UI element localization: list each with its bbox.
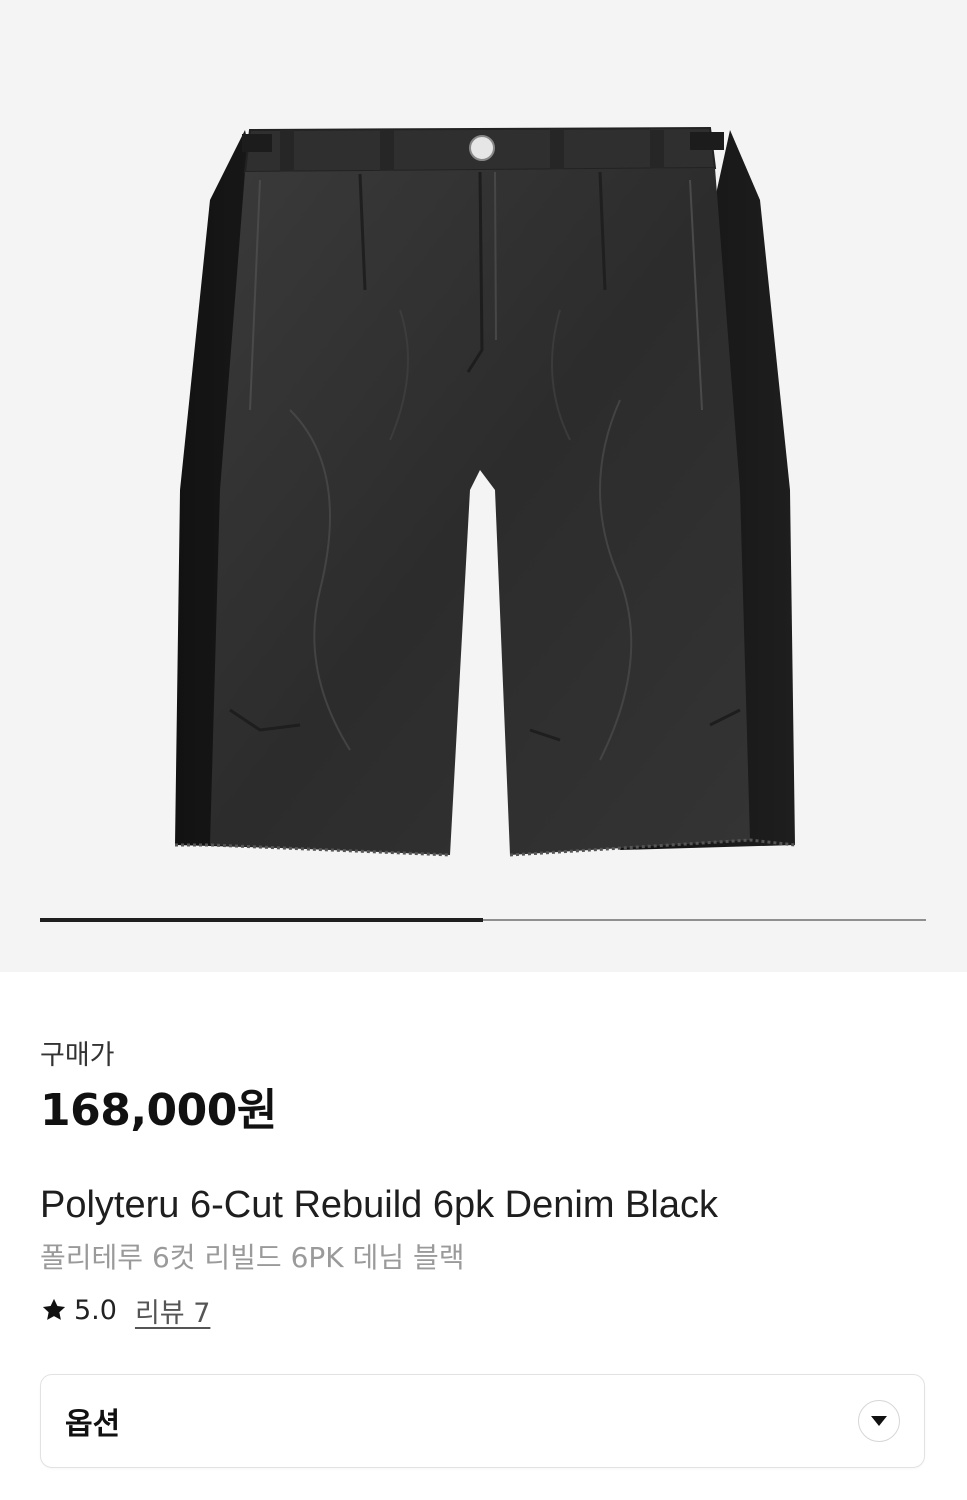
rating-row: 5.0 리뷰 7 — [40, 1291, 210, 1330]
product-name-english: Polyteru 6-Cut Rebuild 6pk Denim Black — [40, 1184, 718, 1226]
option-label: 옵션 — [65, 1407, 121, 1442]
star-icon — [42, 1298, 66, 1320]
product-name-korean: 폴리테루 6컷 리빌드 6PK 데님 블랙 — [40, 1241, 465, 1274]
price-label: 구매가 — [40, 1040, 115, 1071]
product-image[interactable] — [150, 110, 820, 880]
product-image-gallery[interactable] — [0, 0, 967, 972]
gallery-progress-bar — [40, 918, 926, 922]
reviews-link[interactable]: 리뷰 7 — [135, 1291, 210, 1330]
chevron-down-icon[interactable] — [858, 1400, 900, 1442]
option-select[interactable]: 옵션 — [40, 1374, 925, 1468]
price-value: 168,000원 — [40, 1085, 277, 1136]
product-detail-page: 구매가 168,000원 Polyteru 6-Cut Rebuild 6pk … — [0, 0, 967, 1500]
gallery-progress-fill — [40, 918, 483, 922]
rating-value: 5.0 — [74, 1294, 117, 1326]
